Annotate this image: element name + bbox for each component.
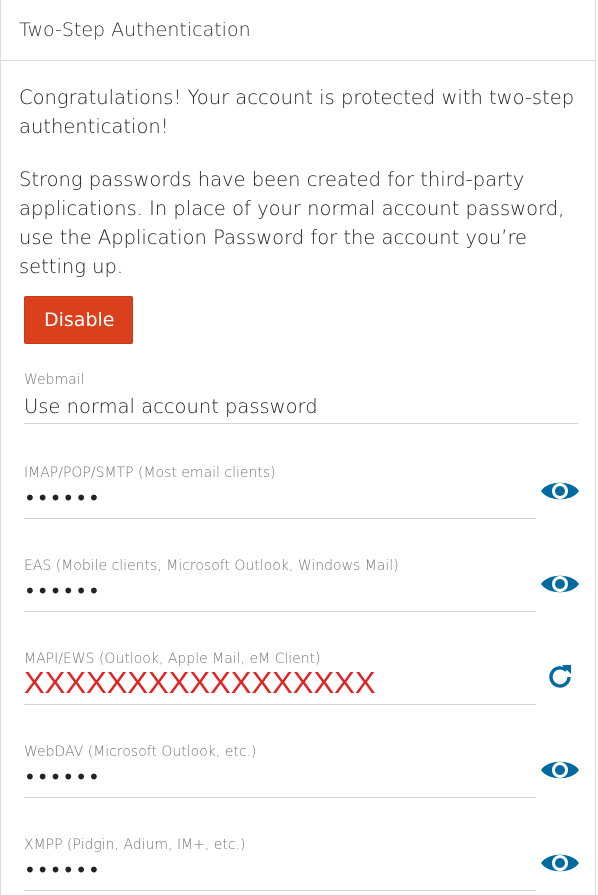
webmail-field: Webmail Use normal account password [24,371,578,424]
app-passwords-list: IMAP/POP/SMTP (Most email clients) •••••… [19,464,579,891]
app-password-value-redacted: XXXXXXXXXXXXXXXXX [24,665,376,700]
app-password-xmpp: XMPP (Pidgin, Adium, IM+, etc.) •••••• [24,836,579,891]
congrats-message: Congratulations! Your account is protect… [19,86,575,138]
app-password-label: XMPP (Pidgin, Adium, IM+, etc.) [24,837,246,853]
eye-icon[interactable] [540,848,580,878]
app-password-mapi: MAPI/EWS (Outlook, Apple Mail, eM Client… [24,650,571,705]
webmail-value: Use normal account password [24,395,318,418]
eye-icon[interactable] [540,569,580,599]
app-password-label: EAS (Mobile clients, Microsoft Outlook, … [24,558,399,574]
app-password-label: WebDAV (Microsoft Outlook, etc.) [24,744,257,760]
webmail-label: Webmail [24,372,85,388]
eye-icon[interactable] [540,476,580,506]
disable-button[interactable]: Disable [24,296,134,344]
app-password-imap: IMAP/POP/SMTP (Most email clients) •••••… [24,464,579,519]
app-password-eas: EAS (Mobile clients, Microsoft Outlook, … [24,557,579,612]
panel-content: Congratulations! Your account is protect… [1,61,595,891]
app-password-value: •••••• [24,579,101,603]
eye-icon[interactable] [540,755,580,785]
panel-header: Two-Step Authentication [1,0,595,61]
app-password-label: IMAP/POP/SMTP (Most email clients) [24,465,276,481]
panel-title: Two-Step Authentication [19,19,251,41]
info-message: Strong passwords have been created for t… [19,168,565,278]
app-password-value: •••••• [24,858,101,882]
refresh-icon[interactable] [540,662,580,692]
app-password-webdav: WebDAV (Microsoft Outlook, etc.) •••••• [24,743,579,798]
app-password-value: •••••• [24,486,101,510]
app-password-value: •••••• [24,765,101,789]
two-step-auth-panel: Two-Step Authentication Congratulations!… [0,0,596,895]
